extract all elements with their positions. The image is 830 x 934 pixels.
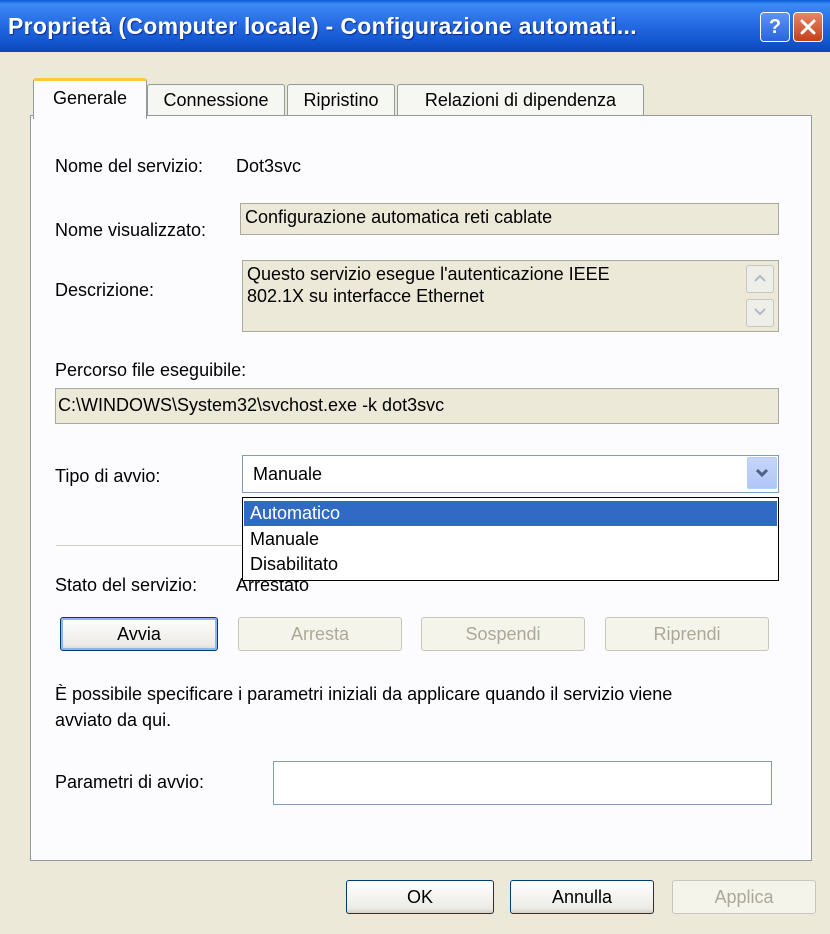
start-params-info-line-2: avviato da qui. [55,710,172,730]
display-name-value: Configurazione automatica reti cablate [245,207,553,227]
exe-path-label: Percorso file eseguibile: [55,360,247,380]
dropdown-button[interactable] [747,457,777,489]
scroll-up-button[interactable] [746,265,774,293]
chevron-up-icon [754,274,766,282]
description-field[interactable]: Questo servizio esegue l'autenticazione … [242,260,779,332]
description-label: Descrizione: [55,280,155,300]
stop-button[interactable]: Arresta [238,617,402,651]
start-params-label: Parametri di avvio: [55,772,205,792]
tab-relazioni-dipendenza[interactable]: Relazioni di dipendenza [397,84,644,115]
description-line-1: Questo servizio esegue l'autenticazione … [247,264,610,284]
startup-type-label: Tipo di avvio: [55,466,161,486]
service-name-value: Dot3svc [236,156,302,176]
exe-path-field[interactable]: C:\WINDOWS\System32\svchost.exe -k dot3s… [55,388,779,424]
start-params-input[interactable] [273,761,772,805]
help-button[interactable]: ? [760,12,790,42]
ok-button[interactable]: OK [346,880,494,914]
start-button[interactable]: Avvia [60,617,218,651]
startup-type-dropdown-list[interactable]: Automatico Manuale Disabilitato [242,497,779,581]
chevron-down-icon [754,308,766,316]
start-params-info-line-1: È possibile specificare i parametri iniz… [55,684,673,704]
display-name-field[interactable]: Configurazione automatica reti cablate [240,203,779,235]
exe-path-value: C:\WINDOWS\System32\svchost.exe -k dot3s… [58,395,445,415]
close-button[interactable] [793,12,823,42]
option-automatico[interactable]: Automatico [244,501,777,526]
title-bar[interactable]: Proprietà (Computer locale) - Configuraz… [0,0,830,52]
startup-type-value: Manuale [253,464,323,484]
apply-button[interactable]: Applica [672,880,816,914]
option-disabilitato[interactable]: Disabilitato [244,552,777,577]
service-status-label: Stato del servizio: [55,575,198,595]
scroll-down-button[interactable] [746,299,774,327]
pause-button[interactable]: Sospendi [421,617,585,651]
close-icon [800,19,816,35]
service-name-label: Nome del servizio: [55,156,204,176]
option-manuale[interactable]: Manuale [244,527,777,552]
startup-type-select[interactable]: Manuale [242,455,779,493]
tab-ripristino[interactable]: Ripristino [287,84,395,115]
tab-connessione[interactable]: Connessione [147,84,285,115]
resume-button[interactable]: Riprendi [605,617,769,651]
display-name-label: Nome visualizzato: [55,220,207,240]
window-title: Proprietà (Computer locale) - Configuraz… [8,13,637,39]
chevron-down-icon [755,468,769,478]
tab-generale[interactable]: Generale [33,78,147,119]
description-line-2: 802.1X su interfacce Ethernet [247,286,485,306]
cancel-button[interactable]: Annulla [510,880,654,914]
